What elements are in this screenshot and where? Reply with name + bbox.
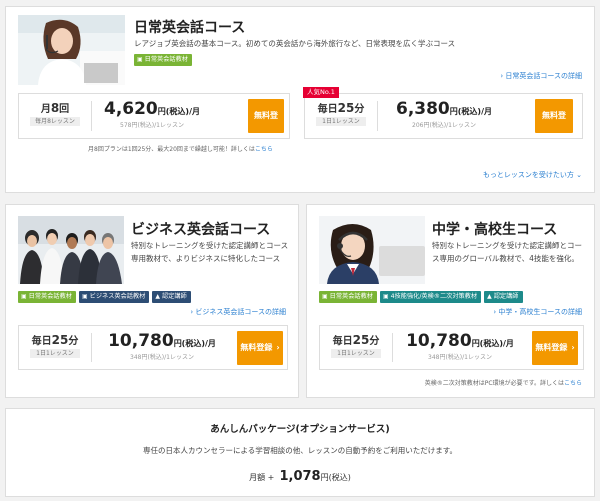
business-course-photo [18, 216, 124, 284]
free-signup-button[interactable]: 無料登録 › [248, 99, 284, 154]
book-icon: ▣ [322, 293, 328, 300]
package-title: あんしんパッケージ(オプションサービス) [210, 424, 390, 435]
plan-price-amount: 6,380 [395, 99, 450, 119]
daily-course-title: 日常英会話コース [134, 20, 246, 36]
daily-course-photo [18, 15, 125, 85]
daily-plan-note: 月8回プランは1回25分、最大20回まで繰越し可能！詳しくはこちら [88, 146, 273, 153]
book-icon: ▣ [137, 56, 143, 63]
package-card: あんしんパッケージ(オプションサービス) 専任の日本人カウンセラーによる学習相談… [5, 408, 595, 497]
package-price-prefix: 月額 + [249, 473, 275, 482]
book-icon: ▣ [382, 293, 389, 300]
plan-price: 10,780円(税込)/月 348円(税込)/1レッスン [97, 331, 227, 361]
business-course-title: ビジネス英会話コース [131, 222, 271, 238]
divider [91, 333, 92, 362]
divider [377, 101, 378, 131]
daily-course-description: レアジョブ英会話の基本コース。初めての英会話から海外旅行など、日常表現を広く学ぶ… [134, 39, 456, 48]
student-course-photo [319, 216, 425, 284]
student-course-title: 中学・高校生コース [432, 222, 558, 238]
student-plan-note: 英検®二次対策教材はPC環境が必要です。詳しくはこちら [424, 380, 582, 387]
plan-price-per-lesson: 348円(税込)/1レッスン [428, 354, 492, 361]
student-course-description: 特別なトレーニングを受けた認定講師とコース専用のグローバル教材で、4技能を強化。 [432, 241, 582, 263]
plan-price-amount: 10,780 [406, 331, 472, 351]
daily-course-detail-link[interactable]: › 日常英会話コースの詳細 [500, 71, 582, 81]
divider [392, 333, 393, 362]
more-lessons-link[interactable]: もっとレッスンを受けたい方 ⌄ [483, 170, 582, 180]
plan-price-amount: 10,780 [108, 331, 174, 351]
book-icon: ▣ [21, 293, 27, 300]
book-icon: ▣ [81, 293, 88, 300]
daily-plan-monthly-8: 月8回 毎月8レッスン 4,620円(税込)/月 578円(税込)/1レッスン … [18, 93, 290, 154]
plan-frequency-sub: 1日1レッスン [331, 349, 381, 358]
plan-price: 6,380円(税込)/月 206円(税込)/1レッスン [385, 99, 503, 129]
graduation-cap-icon: ▲ [155, 293, 160, 300]
student-course-card: 中学・高校生コース 特別なトレーニングを受けた認定講師とコース専用のグローバル教… [306, 204, 595, 398]
package-price: 月額 + 1,078円(税込) [6, 465, 594, 484]
plan-price-unit: 円(税込)/月 [157, 107, 200, 116]
plan-price-unit: 円(税込)/月 [471, 339, 514, 348]
package-description: 専任の日本人カウンセラーによる学習相談の他、レッスンの自動予約をご利用いただけま… [142, 446, 458, 455]
plan-price-per-lesson: 348円(税込)/1レッスン [130, 354, 194, 361]
tag-business-materials: ▣ ビジネス英会話教材 [78, 291, 150, 303]
graduation-cap-icon: ▲ [487, 293, 492, 300]
plan-price-amount: 4,620 [103, 99, 158, 119]
business-course-description: 特別なトレーニングを受けた認定講師とコース専用教材で、よりビジネスに特化したコー… [131, 241, 289, 263]
free-signup-button[interactable]: 無料登録 › [535, 99, 573, 154]
tag-four-skills-materials: ▣ 4技能強化/英検®二次対策教材 [379, 291, 482, 303]
plan-frequency-sub: 1日1レッスン [316, 117, 366, 126]
plan-frequency: 毎日25分 1日1レッスン [316, 101, 366, 126]
plan-frequency-sub: 毎月8レッスン [30, 117, 80, 126]
free-signup-button[interactable]: 無料登録 › [532, 331, 578, 365]
business-plan: 毎日25分 1日1レッスン 10,780円(税込)/月 348円(税込)/1レッ… [18, 325, 288, 370]
plan-frequency: 月8回 毎月8レッスン [25, 100, 85, 126]
tag-certified-tutor: ▲ 認定講師 [484, 291, 523, 303]
business-course-detail-link[interactable]: › ビジネス英会話コースの詳細 [190, 307, 286, 317]
plan-price-per-lesson: 206円(税込)/1レッスン [412, 122, 476, 129]
student-plan: 毎日25分 1日1レッスン 10,780円(税込)/月 348円(税込)/1レッ… [319, 325, 584, 370]
student-course-detail-link[interactable]: › 中学・高校生コースの詳細 [493, 307, 582, 317]
plan-frequency: 毎日25分 1日1レッスン [331, 333, 381, 358]
business-course-tags: ▣ 日常英会話教材 ▣ ビジネス英会話教材 ▲ 認定講師 [18, 291, 194, 310]
business-course-card: ビジネス英会話コース 特別なトレーニングを受けた認定講師とコース専用教材で、より… [5, 204, 299, 398]
plan-frequency-sub: 1日1レッスン [30, 349, 80, 358]
daily-course-tags: ▣ 日常英会話教材 [134, 54, 195, 73]
daily-note-link[interactable]: こちら [255, 146, 273, 153]
plan-price-unit: 円(税込)/月 [173, 339, 216, 348]
divider [91, 101, 92, 131]
student-note-link[interactable]: こちら [564, 380, 582, 387]
package-price-amount: 1,078 [279, 469, 321, 484]
tag-daily-materials: ▣ 日常英会話教材 [18, 291, 76, 303]
popular-no1-badge: 人気No.1 [303, 87, 339, 98]
chevron-down-icon: ⌄ [576, 171, 582, 179]
tag-daily-materials: ▣ 日常英会話教材 [319, 291, 377, 303]
tag-certified-tutor: ▲ 認定講師 [152, 291, 191, 303]
plan-price: 10,780円(税込)/月 348円(税込)/1レッスン [396, 331, 524, 361]
plan-price: 4,620円(税込)/月 578円(税込)/1レッスン [97, 99, 207, 129]
tag-daily-materials: ▣ 日常英会話教材 [134, 54, 192, 66]
daily-course-card: 日常英会話コース レアジョブ英会話の基本コース。初めての英会話から海外旅行など、… [5, 6, 595, 193]
package-price-unit: 円(税込) [320, 473, 351, 482]
plan-price-per-lesson: 578円(税込)/1レッスン [120, 122, 184, 129]
daily-plan-everyday-25: 毎日25分 1日1レッスン 6,380円(税込)/月 206円(税込)/1レッス… [304, 93, 583, 154]
plan-price-unit: 円(税込)/月 [449, 107, 492, 116]
free-signup-button[interactable]: 無料登録 › [237, 331, 283, 365]
plan-frequency: 毎日25分 1日1レッスン [30, 333, 80, 358]
